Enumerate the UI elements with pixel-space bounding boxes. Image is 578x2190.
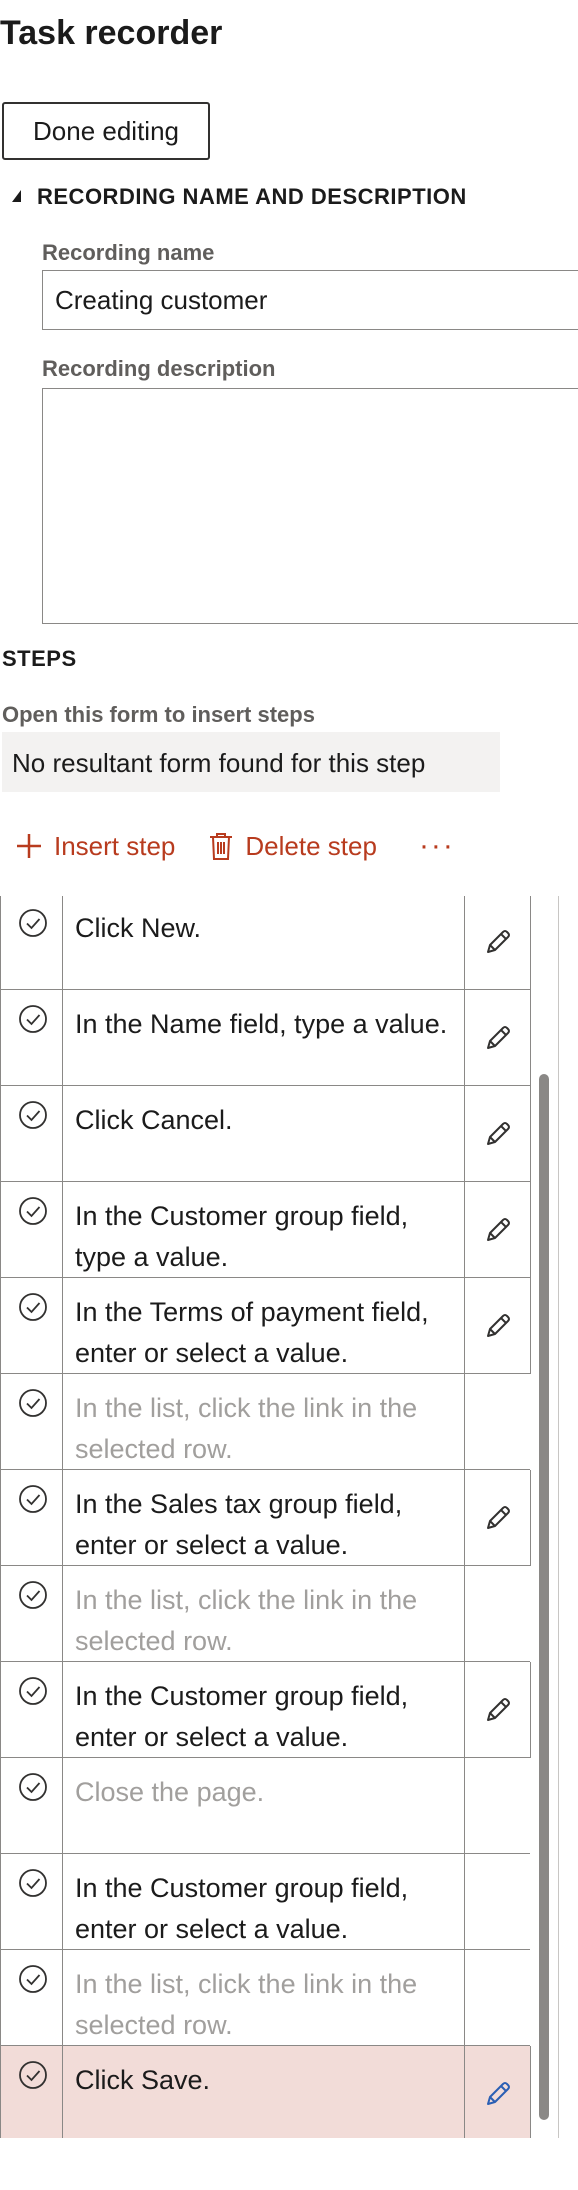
scrollbar-thumb[interactable] bbox=[539, 1074, 549, 2120]
add-icon bbox=[17, 834, 41, 858]
step-checkmark-cell bbox=[1, 1086, 63, 1182]
step-checkmark-cell bbox=[1, 1278, 63, 1374]
grid-edge-divider bbox=[558, 896, 559, 2138]
open-form-link[interactable]: No resultant form found for this step bbox=[2, 732, 500, 792]
step-edit-cell[interactable] bbox=[464, 896, 531, 990]
step-edit-cell[interactable] bbox=[464, 2046, 531, 2138]
step-edit-cell[interactable] bbox=[464, 1470, 531, 1566]
step-checkmark-cell bbox=[1, 1470, 63, 1566]
step-edit-cell[interactable] bbox=[464, 990, 531, 1086]
more-options-label: ··· bbox=[418, 829, 455, 862]
step-text: In the Customer group field, enter or se… bbox=[75, 1873, 409, 1944]
step-text: In the Customer group field, enter or se… bbox=[75, 1681, 409, 1752]
step-row[interactable]: In the list, click the link in the selec… bbox=[0, 1374, 530, 1470]
step-text: Click Save. bbox=[75, 2065, 211, 2095]
step-checkmark-cell bbox=[1, 1566, 63, 1662]
step-checkmark-cell bbox=[1, 2046, 63, 2138]
page-title: Task recorder bbox=[0, 14, 223, 52]
step-checkmark-cell bbox=[1, 990, 63, 1086]
step-edit-cell[interactable] bbox=[464, 1086, 531, 1182]
step-row[interactable]: Click Cancel. bbox=[0, 1086, 531, 1182]
step-row[interactable]: In the list, click the link in the selec… bbox=[0, 1950, 530, 2046]
step-row[interactable]: In the Customer group field, type a valu… bbox=[0, 1182, 531, 1278]
step-checkmark-cell bbox=[1, 1182, 63, 1278]
step-text: In the Name field, type a value. bbox=[75, 1009, 448, 1039]
more-options-button[interactable]: ··· bbox=[418, 829, 455, 862]
step-edit-cell[interactable] bbox=[464, 1182, 531, 1278]
recording-description-input[interactable] bbox=[42, 388, 578, 624]
step-checkmark-cell bbox=[1, 1758, 63, 1854]
step-row[interactable]: Click New. bbox=[0, 896, 531, 990]
delete-step-label: Delete step bbox=[245, 830, 377, 861]
collapse-triangle-icon bbox=[12, 190, 21, 202]
step-text: Click New. bbox=[75, 913, 202, 943]
recording-section-label: RECORDING NAME AND DESCRIPTION bbox=[37, 184, 467, 209]
step-text: In the Terms of payment field, enter or … bbox=[75, 1297, 429, 1368]
trash-icon bbox=[210, 833, 233, 860]
step-checkmark-cell bbox=[1, 1374, 63, 1470]
delete-step-button[interactable]: Delete step bbox=[207, 831, 377, 862]
steps-toolbar: Insert step Delete step ··· bbox=[14, 826, 455, 866]
done-editing-button[interactable]: Done editing bbox=[2, 102, 210, 160]
recording-name-label: Recording name bbox=[42, 240, 215, 265]
step-checkmark-cell bbox=[1, 1950, 63, 2046]
step-row[interactable]: In the list, click the link in the selec… bbox=[0, 1566, 530, 1662]
step-text: In the Customer group field, type a valu… bbox=[75, 1201, 409, 1272]
step-checkmark-cell bbox=[1, 1854, 63, 1950]
step-edit-cell bbox=[464, 1758, 531, 1854]
step-row[interactable]: In the Name field, type a value. bbox=[0, 990, 531, 1086]
step-checkmark-cell bbox=[1, 896, 63, 990]
step-edit-cell[interactable] bbox=[464, 1662, 531, 1758]
step-row[interactable]: Close the page. bbox=[0, 1758, 530, 1854]
steps-grid[interactable]: Click New. In the Name field, type a valu… bbox=[0, 896, 560, 2138]
insert-step-label: Insert step bbox=[54, 830, 176, 861]
step-row[interactable]: Click Save. bbox=[0, 2046, 531, 2138]
step-text: In the list, click the link in the selec… bbox=[75, 1393, 418, 1464]
step-text: In the list, click the link in the selec… bbox=[75, 1585, 418, 1656]
recording-section-header[interactable]: RECORDING NAME AND DESCRIPTION bbox=[12, 184, 467, 210]
step-edit-cell bbox=[464, 1854, 531, 1950]
step-text: In the list, click the link in the selec… bbox=[75, 1969, 418, 2040]
step-edit-cell bbox=[464, 1566, 531, 1662]
step-edit-cell bbox=[464, 1374, 531, 1470]
steps-section-header: STEPS bbox=[2, 646, 77, 671]
step-edit-cell[interactable] bbox=[464, 1278, 531, 1374]
step-text: Click Cancel. bbox=[75, 1105, 233, 1135]
step-text: Close the page. bbox=[75, 1777, 265, 1807]
step-edit-cell bbox=[464, 1950, 531, 2046]
steps-scrollbar[interactable] bbox=[536, 896, 549, 2138]
recording-name-input[interactable] bbox=[42, 270, 578, 330]
step-row[interactable]: In the Customer group field, enter or se… bbox=[0, 1662, 531, 1758]
insert-step-button[interactable]: Insert step bbox=[14, 831, 175, 862]
step-checkmark-cell bbox=[1, 1662, 63, 1758]
step-text: In the Sales tax group field, enter or s… bbox=[75, 1489, 403, 1560]
recording-description-label: Recording description bbox=[42, 356, 276, 381]
step-row[interactable]: In the Customer group field, enter or se… bbox=[0, 1854, 530, 1950]
step-row[interactable]: In the Sales tax group field, enter or s… bbox=[0, 1470, 531, 1566]
step-row[interactable]: In the Terms of payment field, enter or … bbox=[0, 1278, 531, 1374]
open-form-label: Open this form to insert steps bbox=[2, 702, 315, 727]
